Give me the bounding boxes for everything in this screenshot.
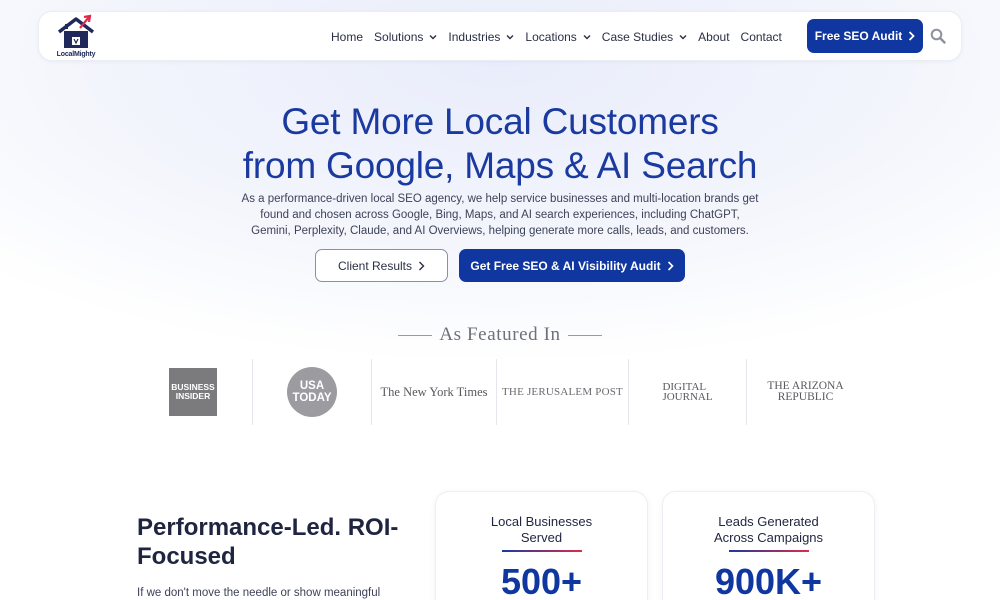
- hero-title-line: Get More Local Customers: [281, 101, 719, 142]
- nav-item-contact[interactable]: Contact: [741, 30, 782, 44]
- logo-text: The New York Times: [380, 384, 488, 399]
- performance-text: If we don't move the needle or show mean…: [137, 587, 381, 599]
- logo-text: REPUBLIC: [777, 391, 834, 403]
- digital-journal-logo: DIGITAL JOURNAL: [629, 359, 746, 425]
- logo-text: TODAY: [292, 392, 332, 404]
- brand-name: LocalMighty: [56, 51, 96, 58]
- logo-text: THE JERUSALEM POST: [502, 386, 623, 398]
- stat-underline: [729, 550, 809, 552]
- free-seo-audit-button[interactable]: Free SEO Audit: [807, 19, 923, 53]
- chevron-down-icon: [583, 35, 591, 40]
- stat-label: Local Businesses Served: [436, 514, 647, 546]
- nav-label: Home: [331, 30, 364, 44]
- stat-label-line: Local Businesses: [490, 514, 593, 529]
- main-menu: Home Solutions Industries Locations Case…: [331, 12, 793, 62]
- nav-item-about[interactable]: About: [698, 30, 729, 44]
- divider-line: [398, 334, 433, 336]
- arizona-republic-logo: THE ARIZONA REPUBLIC: [747, 359, 864, 425]
- nav-label: Case Studies: [601, 30, 674, 44]
- logo-text: USA: [299, 380, 325, 392]
- stat-value: 500+: [500, 561, 583, 600]
- search-icon[interactable]: [930, 28, 946, 44]
- nav-label: Contact: [740, 30, 782, 44]
- button-label: Free SEO Audit: [814, 29, 903, 43]
- chevron-down-icon: [506, 35, 514, 40]
- press-logos: BUSINESS INSIDER USA TODAY The New York T…: [134, 359, 864, 425]
- nav-item-locations[interactable]: Locations: [525, 30, 591, 44]
- client-results-button[interactable]: Client Results: [315, 249, 448, 282]
- stat-value: 900K+: [714, 561, 823, 600]
- nyt-logo: The New York Times: [372, 359, 496, 425]
- brand-logo[interactable]: LocalMighty: [53, 14, 99, 58]
- nav-label: Solutions: [374, 30, 424, 44]
- featured-title: As Featured In: [439, 324, 561, 345]
- chevron-down-icon: [429, 35, 437, 40]
- stat-card-leads: Leads Generated Across Campaigns 900K+: [662, 491, 875, 600]
- divider-line: [567, 334, 602, 336]
- chevron-down-icon: [679, 35, 687, 40]
- nav-label: Industries: [448, 30, 501, 44]
- nav-item-solutions[interactable]: Solutions: [374, 30, 437, 44]
- nav-item-case-studies[interactable]: Case Studies: [602, 30, 687, 44]
- nav-label: About: [698, 30, 730, 44]
- stat-card-businesses: Local Businesses Served 500+: [435, 491, 648, 600]
- hero-subtitle: As a performance-driven local SEO agency…: [241, 193, 759, 237]
- top-navbar: LocalMighty Home Solutions Industries Lo…: [38, 11, 962, 61]
- nav-label: Locations: [525, 30, 577, 44]
- hero-title-line: from Google, Maps & AI Search: [242, 145, 758, 186]
- button-label: Get Free SEO & AI Visibility Audit: [470, 258, 661, 273]
- nav-item-industries[interactable]: Industries: [448, 30, 514, 44]
- stat-label-line: Leads Generated: [718, 514, 819, 529]
- stat-underline: [502, 550, 582, 552]
- logo-circle: USA TODAY: [287, 367, 337, 417]
- business-insider-logo: BUSINESS INSIDER: [134, 359, 252, 425]
- stat-label-line: Across Campaigns: [713, 530, 824, 545]
- chevron-right-icon: [419, 261, 425, 270]
- button-label: Client Results: [337, 258, 413, 273]
- hero-title: Get More Local Customers from Google, Ma…: [0, 100, 1000, 188]
- featured-heading: As Featured In: [0, 324, 1000, 346]
- free-audit-button[interactable]: Get Free SEO & AI Visibility Audit: [459, 249, 685, 282]
- logo-text: JOURNAL: [662, 391, 713, 403]
- logo-text: BUSINESS INSIDER: [169, 368, 217, 416]
- house-logo-icon: [57, 14, 95, 48]
- chevron-right-icon: [667, 260, 674, 271]
- stat-label: Leads Generated Across Campaigns: [663, 514, 874, 546]
- stat-label-line: Served: [520, 530, 563, 545]
- jerusalem-post-logo: THE JERUSALEM POST: [497, 359, 628, 425]
- performance-title: Performance-Led. ROI-Focused: [137, 514, 399, 570]
- nav-item-home[interactable]: Home: [331, 30, 363, 44]
- usa-today-logo: USA TODAY: [253, 359, 371, 425]
- chevron-right-icon: [909, 31, 916, 41]
